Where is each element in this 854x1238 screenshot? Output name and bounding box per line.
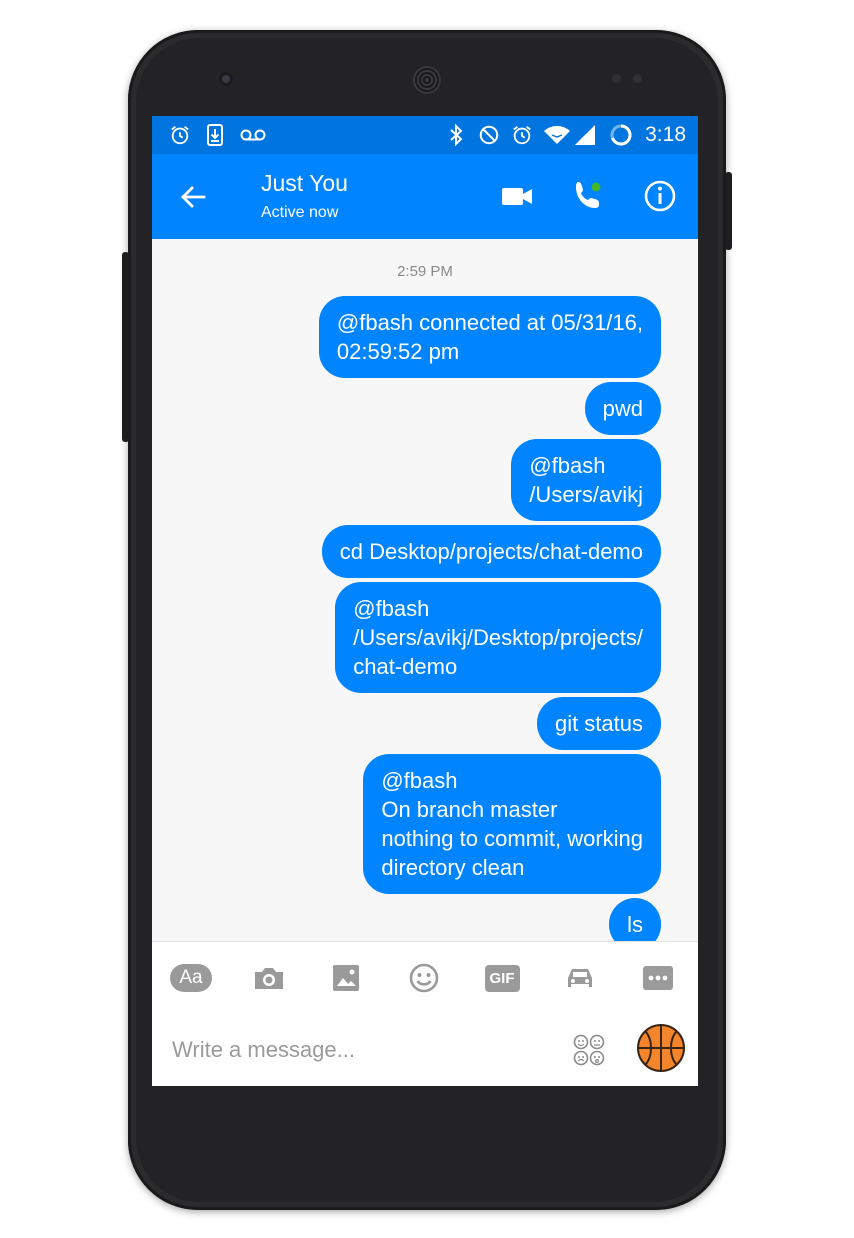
phone-screen: 3:18 Just You Active now 2:59 PM @fbash … (152, 116, 698, 1086)
gif-icon[interactable]: GIF (482, 962, 522, 994)
info-icon[interactable] (642, 178, 678, 214)
camera-icon[interactable] (249, 962, 289, 994)
message-list: @fbash connected at 05/31/16, 02:59:52 p… (241, 296, 661, 941)
car-icon[interactable] (560, 962, 600, 994)
text-style-label: Aa (170, 964, 212, 992)
earpiece-speaker (413, 66, 441, 94)
phone-call-icon[interactable] (570, 178, 606, 214)
proximity-sensor (612, 74, 621, 83)
image-icon[interactable] (326, 962, 366, 994)
basketball-icon[interactable] (636, 1023, 686, 1073)
front-camera (219, 72, 233, 86)
message-input[interactable] (170, 1031, 534, 1069)
clock-time: 3:18 (645, 123, 686, 146)
outgoing-message[interactable]: @fbash /Users/avikj (511, 439, 661, 521)
outgoing-message[interactable]: @fbash On branch master nothing to commi… (363, 754, 661, 894)
outgoing-message[interactable]: cd Desktop/projects/chat-demo (321, 525, 661, 578)
download-icon (204, 116, 226, 154)
outgoing-message[interactable]: ls (609, 898, 661, 941)
alarm-icon (167, 116, 193, 154)
message-thread[interactable]: 2:59 PM @fbash connected at 05/31/16, 02… (152, 239, 698, 941)
conversation-header: Just You Active now (152, 154, 698, 239)
bluetooth-icon (446, 116, 466, 154)
voicemail-icon (238, 116, 268, 154)
alarm-icon (510, 116, 534, 154)
active-status: Active now (261, 204, 339, 221)
light-sensor (633, 74, 642, 83)
contact-name[interactable]: Just You (261, 170, 348, 197)
video-call-icon[interactable] (499, 178, 535, 214)
outgoing-message[interactable]: pwd (584, 382, 661, 435)
status-bar: 3:18 (152, 116, 698, 154)
outgoing-message[interactable]: @fbash /Users/avikj/Desktop/projects/ ch… (335, 582, 661, 693)
outgoing-message[interactable]: git status (536, 697, 661, 750)
more-icon[interactable] (638, 962, 678, 994)
stickers-icon[interactable] (572, 1033, 606, 1067)
do-not-disturb-icon (477, 116, 501, 154)
compose-toolbar: Aa GIF (152, 941, 698, 1014)
emoji-icon[interactable] (404, 962, 444, 994)
gif-label: GIF (484, 964, 520, 992)
volume-button (122, 252, 129, 442)
wifi-icon (542, 116, 572, 154)
power-button (725, 172, 732, 250)
signal-icon (572, 116, 598, 154)
message-composer (152, 1013, 698, 1086)
outgoing-message[interactable]: @fbash connected at 05/31/16, 02:59:52 p… (318, 296, 661, 378)
text-style-icon[interactable]: Aa (170, 962, 212, 994)
thread-timestamp: 2:59 PM (397, 263, 453, 280)
back-arrow-icon[interactable] (178, 182, 208, 212)
battery-icon (608, 116, 634, 154)
